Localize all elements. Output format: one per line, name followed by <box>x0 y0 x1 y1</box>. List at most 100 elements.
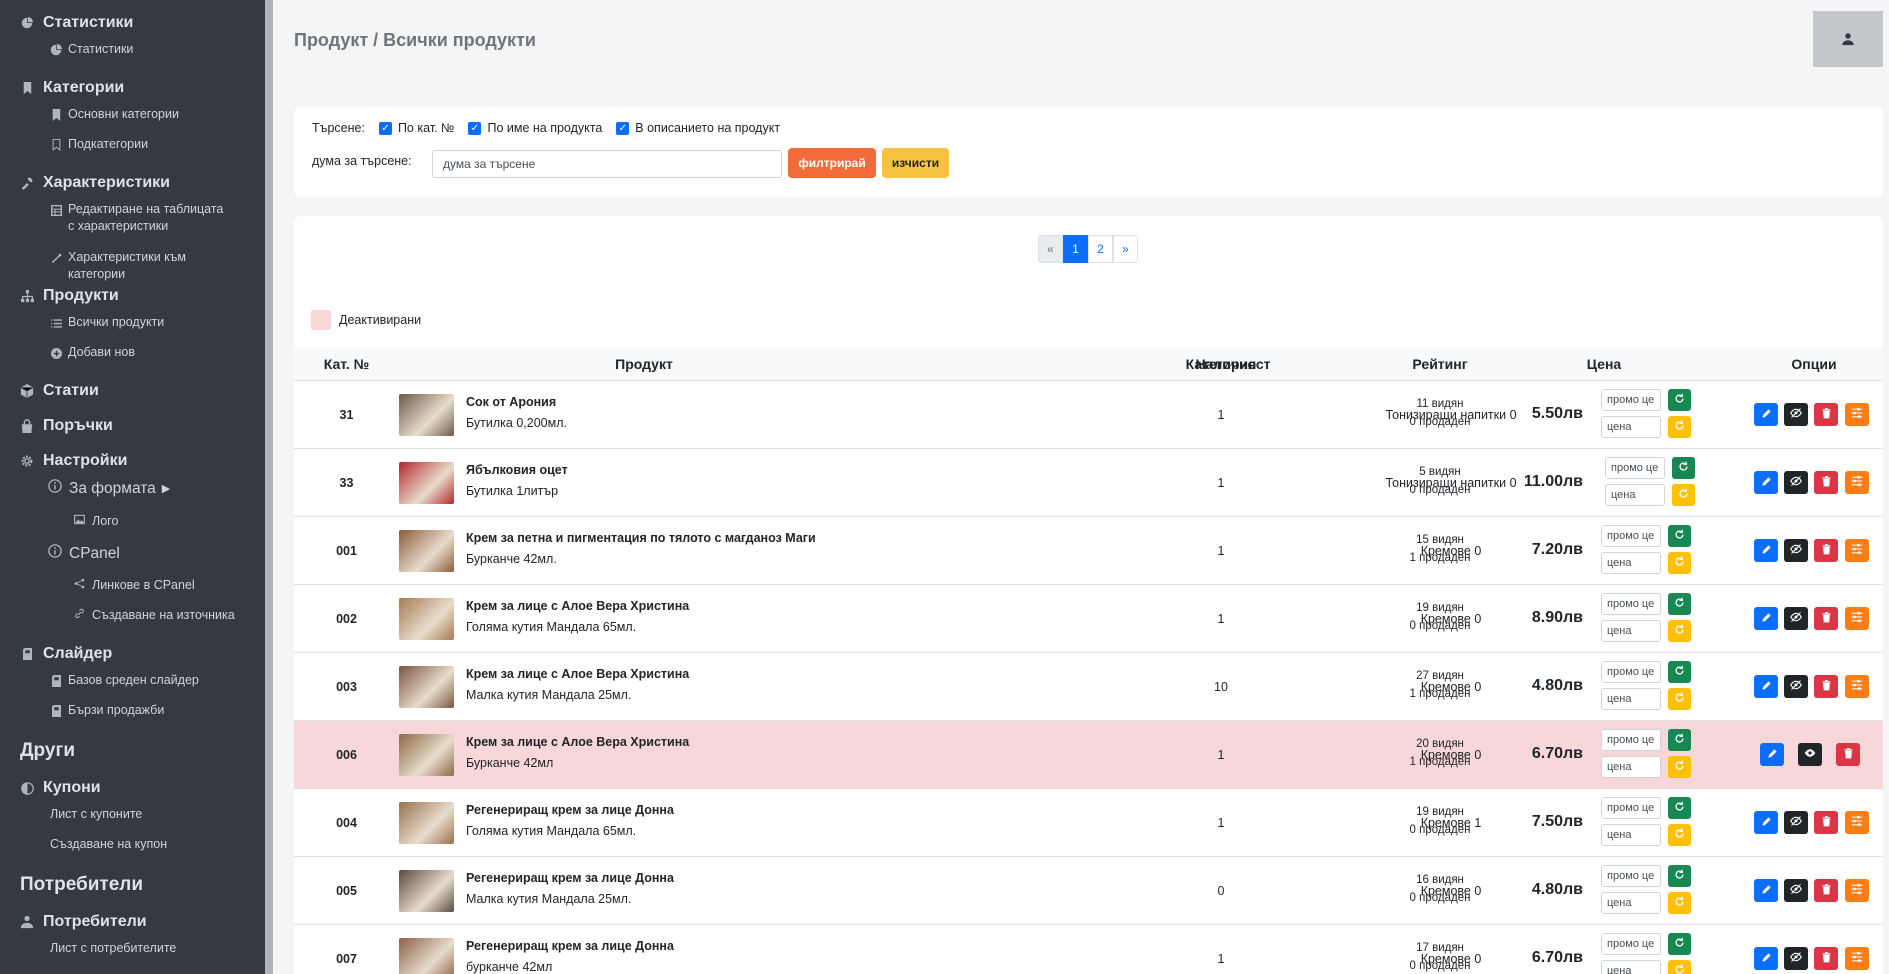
pagination-prev[interactable]: « <box>1038 235 1063 263</box>
search-by-id-checkbox[interactable]: ✓ <box>378 121 392 135</box>
table-row[interactable]: 001 Крем за петна и пигментация по тялот… <box>294 516 1883 584</box>
product-thumbnail[interactable] <box>399 802 454 844</box>
save-price-button[interactable] <box>1668 756 1691 778</box>
product-name[interactable]: Крем за лице с Алое Вера Христина <box>466 599 689 613</box>
characteristics-button[interactable] <box>1845 675 1869 698</box>
edit-button[interactable] <box>1754 879 1778 902</box>
save-promo-button[interactable] <box>1668 729 1691 751</box>
sidebar-section-articles[interactable]: Статии <box>0 378 99 404</box>
promo-price-input[interactable]: промо це <box>1601 729 1661 751</box>
save-promo-button[interactable] <box>1668 525 1691 547</box>
characteristics-button[interactable] <box>1845 539 1869 562</box>
edit-button[interactable] <box>1754 471 1778 494</box>
save-promo-button[interactable] <box>1668 933 1691 955</box>
delete-button[interactable] <box>1814 879 1838 902</box>
save-promo-button[interactable] <box>1668 865 1691 887</box>
toggle-visibility-button[interactable] <box>1784 811 1808 834</box>
save-price-button[interactable] <box>1668 688 1691 710</box>
user-menu-button[interactable] <box>1813 11 1883 67</box>
promo-price-input[interactable]: промо це <box>1605 457 1665 479</box>
save-price-button[interactable] <box>1668 620 1691 642</box>
search-input[interactable] <box>432 150 782 178</box>
promo-price-input[interactable]: промо це <box>1601 933 1661 955</box>
sidebar-item-slider-base[interactable]: Базов среден слайдер <box>0 672 230 689</box>
toggle-visibility-button[interactable] <box>1784 607 1808 630</box>
product-name[interactable]: Ябълковия оцет <box>466 463 568 477</box>
price-input[interactable]: цена <box>1601 620 1661 642</box>
toggle-visibility-button[interactable] <box>1784 947 1808 970</box>
save-promo-button[interactable] <box>1672 457 1695 479</box>
table-row[interactable]: 33 Ябълковия оцет Бутилка 1литър 1 Тониз… <box>294 448 1883 516</box>
product-thumbnail[interactable] <box>399 666 454 708</box>
product-name[interactable]: Крем за петна и пигментация по тялото с … <box>466 531 816 545</box>
delete-button[interactable] <box>1814 539 1838 562</box>
delete-button[interactable] <box>1814 947 1838 970</box>
characteristics-button[interactable] <box>1845 403 1869 426</box>
product-name[interactable]: Регенериращ крем за лице Донна <box>466 871 674 885</box>
sidebar-item-characteristics-categories[interactable]: Характеристики към категории <box>0 249 230 283</box>
characteristics-button[interactable] <box>1845 811 1869 834</box>
product-thumbnail[interactable] <box>399 598 454 640</box>
product-name[interactable]: Сок от Арония <box>466 395 556 409</box>
characteristics-button[interactable] <box>1845 879 1869 902</box>
toggle-visibility-button[interactable] <box>1784 675 1808 698</box>
sidebar-item-all-products[interactable]: Всички продукти <box>0 314 230 331</box>
promo-price-input[interactable]: промо це <box>1601 593 1661 615</box>
sidebar-resize-handle[interactable] <box>265 0 273 974</box>
sidebar-item-create-source[interactable]: Създаване на източника <box>0 608 235 622</box>
promo-price-input[interactable]: промо це <box>1601 525 1661 547</box>
delete-button[interactable] <box>1814 811 1838 834</box>
sidebar-item-form-settings[interactable]: За формата ▶ <box>0 479 170 498</box>
edit-button[interactable] <box>1760 743 1784 766</box>
characteristics-button[interactable] <box>1845 947 1869 970</box>
price-input[interactable]: цена <box>1601 756 1661 778</box>
price-input[interactable]: цена <box>1601 960 1661 974</box>
product-name[interactable]: Крем за лице с Алое Вера Христина <box>466 667 689 681</box>
sidebar-section-characteristics[interactable]: Характеристики <box>0 170 170 196</box>
product-name[interactable]: Регенериращ крем за лице Донна <box>466 803 674 817</box>
promo-price-input[interactable]: промо це <box>1601 389 1661 411</box>
sidebar-item-characteristics-table[interactable]: Редактиране на таблицата с характеристик… <box>0 201 230 235</box>
table-row[interactable]: 31 Сок от Арония Бутилка 0,200мл. 1 Тони… <box>294 380 1883 448</box>
promo-price-input[interactable]: промо це <box>1601 661 1661 683</box>
sidebar-section-users[interactable]: Потребители <box>0 909 147 935</box>
product-thumbnail[interactable] <box>399 938 454 974</box>
sidebar-item-coupons-create[interactable]: Създаване на купон <box>0 836 230 853</box>
sidebar-section-slider[interactable]: Слайдер <box>0 641 112 667</box>
save-price-button[interactable] <box>1668 824 1691 846</box>
sidebar-item-statistics-sub[interactable]: Статистики <box>0 41 230 58</box>
price-input[interactable]: цена <box>1601 552 1661 574</box>
sidebar-section-settings[interactable]: Настройки <box>0 448 127 474</box>
delete-button[interactable] <box>1814 403 1838 426</box>
delete-button[interactable] <box>1814 471 1838 494</box>
search-by-name-checkbox[interactable]: ✓ <box>468 121 482 135</box>
save-price-button[interactable] <box>1668 960 1691 974</box>
table-row[interactable]: 004 Регенериращ крем за лице Донна Голям… <box>294 788 1883 856</box>
save-price-button[interactable] <box>1668 892 1691 914</box>
delete-button[interactable] <box>1836 743 1860 766</box>
sidebar-item-subcategories[interactable]: Подкатегории <box>0 136 230 153</box>
delete-button[interactable] <box>1814 675 1838 698</box>
product-thumbnail[interactable] <box>399 530 454 572</box>
save-promo-button[interactable] <box>1668 661 1691 683</box>
toggle-visibility-button[interactable] <box>1784 471 1808 494</box>
toggle-visibility-button[interactable] <box>1784 539 1808 562</box>
clear-button[interactable]: изчисти <box>882 148 949 178</box>
save-promo-button[interactable] <box>1668 593 1691 615</box>
sidebar-item-add-product[interactable]: Добави нов <box>0 344 230 361</box>
sidebar-item-users-list[interactable]: Лист с потребителите <box>0 940 230 957</box>
sidebar-section-products[interactable]: Продукти <box>0 283 119 309</box>
characteristics-button[interactable] <box>1845 471 1869 494</box>
table-row[interactable]: 003 Крем за лице с Алое Вера Христина Ма… <box>294 652 1883 720</box>
edit-button[interactable] <box>1754 811 1778 834</box>
price-input[interactable]: цена <box>1601 892 1661 914</box>
product-thumbnail[interactable] <box>399 462 454 504</box>
toggle-visibility-button[interactable] <box>1784 403 1808 426</box>
toggle-visibility-button[interactable] <box>1784 879 1808 902</box>
save-promo-button[interactable] <box>1668 797 1691 819</box>
save-price-button[interactable] <box>1668 552 1691 574</box>
sidebar-section-orders[interactable]: Поръчки <box>0 413 113 439</box>
price-input[interactable]: цена <box>1601 688 1661 710</box>
price-input[interactable]: цена <box>1601 824 1661 846</box>
edit-button[interactable] <box>1754 403 1778 426</box>
